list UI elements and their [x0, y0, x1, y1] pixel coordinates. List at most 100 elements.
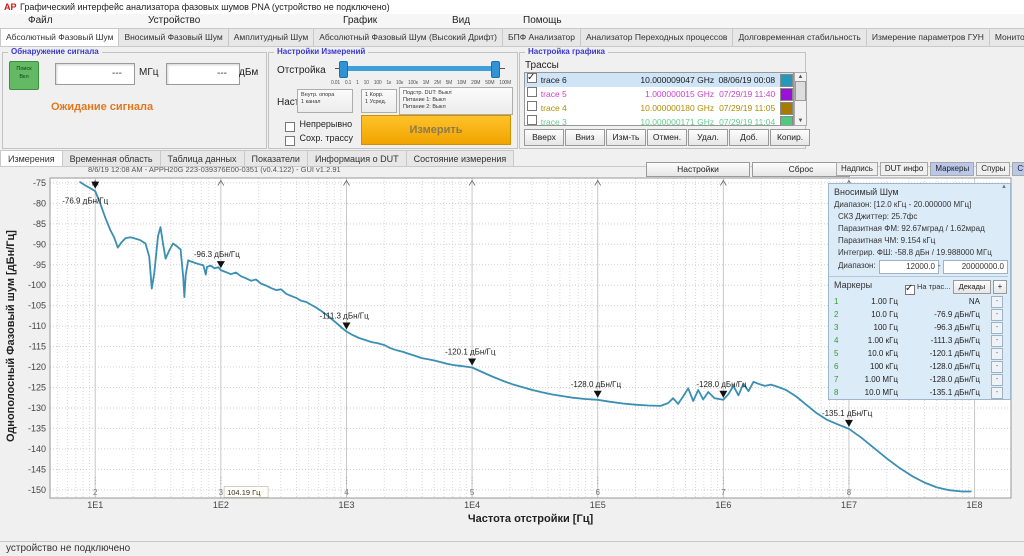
marker-index: 6	[830, 360, 846, 373]
status-bar: устройство не подключено	[0, 541, 1024, 556]
svg-text:-75: -75	[33, 178, 46, 188]
remove-marker-button[interactable]: -	[991, 348, 1003, 360]
remove-marker-button[interactable]: -	[991, 309, 1003, 321]
svg-text:-140: -140	[28, 444, 46, 454]
svg-text:1E2: 1E2	[213, 500, 229, 510]
svg-text:-110: -110	[29, 321, 46, 331]
marker-row[interactable]: 2 10.0 Гц -76.9 дБн/Гц -	[830, 308, 1007, 321]
marker-row[interactable]: 3 100 Гц -96.3 дБн/Гц -	[830, 321, 1007, 334]
marker-index: 5	[830, 347, 846, 360]
svg-text:-150: -150	[28, 485, 46, 495]
marker-row[interactable]: 6 100 кГц -128.0 дБн/Гц -	[830, 360, 1007, 373]
panel-collapse-icon[interactable]: ▲	[1001, 184, 1007, 190]
on-trace-checkbox[interactable]	[905, 285, 915, 295]
marker-frequency: 1.00 Гц	[846, 295, 898, 308]
stats-int-line: Интегрир. ФШ: -58.8 дБн / 19.988000 МГц	[838, 248, 992, 257]
markers-header: Маркеры	[834, 280, 872, 290]
svg-text:6: 6	[595, 488, 600, 497]
marker-index: 8	[830, 386, 846, 399]
svg-text:1E8: 1E8	[967, 500, 983, 510]
marker-frequency: 100 кГц	[846, 360, 898, 373]
marker-row[interactable]: 7 1.00 МГц -128.0 дБн/Гц -	[830, 373, 1007, 386]
marker-value: -76.9 дБн/Гц	[898, 308, 980, 321]
svg-text:-125: -125	[28, 383, 46, 393]
decades-button[interactable]: Декады	[953, 280, 991, 294]
svg-text:-130: -130	[28, 403, 46, 413]
svg-text:104.19 Гц: 104.19 Гц	[227, 488, 261, 497]
svg-text:1E7: 1E7	[841, 500, 857, 510]
range-to-input[interactable]: 20000000.0	[943, 260, 1008, 274]
svg-text:3: 3	[219, 488, 224, 497]
marker-index: 4	[830, 334, 846, 347]
svg-text:-80: -80	[33, 198, 46, 208]
marker-row[interactable]: 1 1.00 Гц NA -	[830, 295, 1007, 308]
svg-text:-135: -135	[28, 423, 46, 433]
marker-value: -135.1 дБн/Гц	[898, 386, 980, 399]
marker-frequency: 10.0 Гц	[846, 308, 898, 321]
on-trace-label: На трас...	[917, 282, 950, 291]
svg-text:-100: -100	[28, 280, 46, 290]
svg-text:1E6: 1E6	[715, 500, 731, 510]
svg-text:-120.1 дБн/Гц: -120.1 дБн/Гц	[445, 347, 496, 356]
range-separator: -	[938, 261, 941, 270]
marker-value: -128.0 дБн/Гц	[898, 360, 980, 373]
remove-marker-button[interactable]: -	[991, 361, 1003, 373]
marker-frequency: 10.0 кГц	[846, 347, 898, 360]
remove-marker-button[interactable]: -	[991, 296, 1003, 308]
svg-text:-128.0 дБн/Гц: -128.0 дБн/Гц	[571, 380, 622, 389]
status-bar-text: устройство не подключено	[6, 543, 130, 554]
marker-index: 3	[830, 321, 846, 334]
svg-text:-135.1 дБн/Гц: -135.1 дБн/Гц	[822, 409, 873, 418]
remove-marker-button[interactable]: -	[991, 335, 1003, 347]
stats-pm-line: Паразитная ФМ: 92.67мград / 1.62мрад	[838, 224, 985, 233]
marker-frequency: 1.00 кГц	[846, 334, 898, 347]
marker-frequency: 10.0 МГц	[846, 386, 898, 399]
svg-text:-128.0 дБн/Гц: -128.0 дБн/Гц	[696, 380, 747, 389]
y-axis-title: Однополосный Фазовый шум [дБн/Гц]	[5, 176, 21, 496]
marker-index: 7	[830, 373, 846, 386]
marker-value: -128.0 дБн/Гц	[898, 373, 980, 386]
svg-text:-105: -105	[28, 301, 46, 311]
svg-text:-111.3 дБн/Гц: -111.3 дБн/Гц	[319, 311, 369, 320]
svg-text:7: 7	[721, 488, 726, 497]
svg-text:-96.3 дБн/Гц: -96.3 дБн/Гц	[194, 250, 240, 259]
add-marker-button[interactable]: +	[993, 280, 1007, 294]
marker-row[interactable]: 8 10.0 МГц -135.1 дБн/Гц -	[830, 386, 1007, 399]
svg-text:2: 2	[93, 488, 98, 497]
svg-text:1E1: 1E1	[87, 500, 103, 510]
marker-row[interactable]: 5 10.0 кГц -120.1 дБн/Гц -	[830, 347, 1007, 360]
svg-text:-115: -115	[29, 342, 46, 352]
range-from-input[interactable]: 12000.0	[879, 260, 939, 274]
stats-range-line: Диапазон: [12.0 кГц - 20.000000 МГц]	[834, 200, 971, 209]
stats-title: Вносимый Шум	[834, 187, 899, 197]
x-axis-title: Частота отстройки [Гц]	[50, 513, 1011, 525]
panel-divider	[829, 276, 1008, 277]
svg-text:-85: -85	[33, 219, 46, 229]
markers-table: 1 1.00 Гц NA - 2 10.0 Гц -76.9 дБн/Гц - …	[830, 295, 1007, 399]
marker-value: NA	[898, 295, 980, 308]
svg-text:8: 8	[847, 488, 852, 497]
remove-marker-button[interactable]: -	[991, 322, 1003, 334]
stats-fm-line: Паразитная ЧМ: 9.154 кГц	[838, 236, 935, 245]
remove-marker-button[interactable]: -	[991, 374, 1003, 386]
stats-jitter-line: СКЗ Джиттер: 25.7фс	[838, 212, 917, 221]
svg-text:1E3: 1E3	[338, 500, 354, 510]
svg-text:1E5: 1E5	[590, 500, 606, 510]
chart-info-panel: ▲ Вносимый Шум Диапазон: [12.0 кГц - 20.…	[828, 183, 1011, 400]
svg-text:-90: -90	[33, 239, 46, 249]
marker-row[interactable]: 4 1.00 кГц -111.3 дБн/Гц -	[830, 334, 1007, 347]
svg-text:4: 4	[344, 488, 349, 497]
marker-index: 2	[830, 308, 846, 321]
marker-frequency: 100 Гц	[846, 321, 898, 334]
svg-text:1E4: 1E4	[464, 500, 480, 510]
marker-index: 1	[830, 295, 846, 308]
svg-text:-76.9 дБн/Гц: -76.9 дБн/Гц	[62, 197, 108, 206]
stats-range-label: Диапазон:	[838, 261, 876, 270]
svg-text:-145: -145	[28, 464, 46, 474]
marker-value: -111.3 дБн/Гц	[898, 334, 980, 347]
svg-text:-120: -120	[28, 362, 46, 372]
marker-value: -96.3 дБн/Гц	[898, 321, 980, 334]
svg-text:5: 5	[470, 488, 475, 497]
remove-marker-button[interactable]: -	[991, 387, 1003, 399]
svg-text:-95: -95	[33, 260, 46, 270]
